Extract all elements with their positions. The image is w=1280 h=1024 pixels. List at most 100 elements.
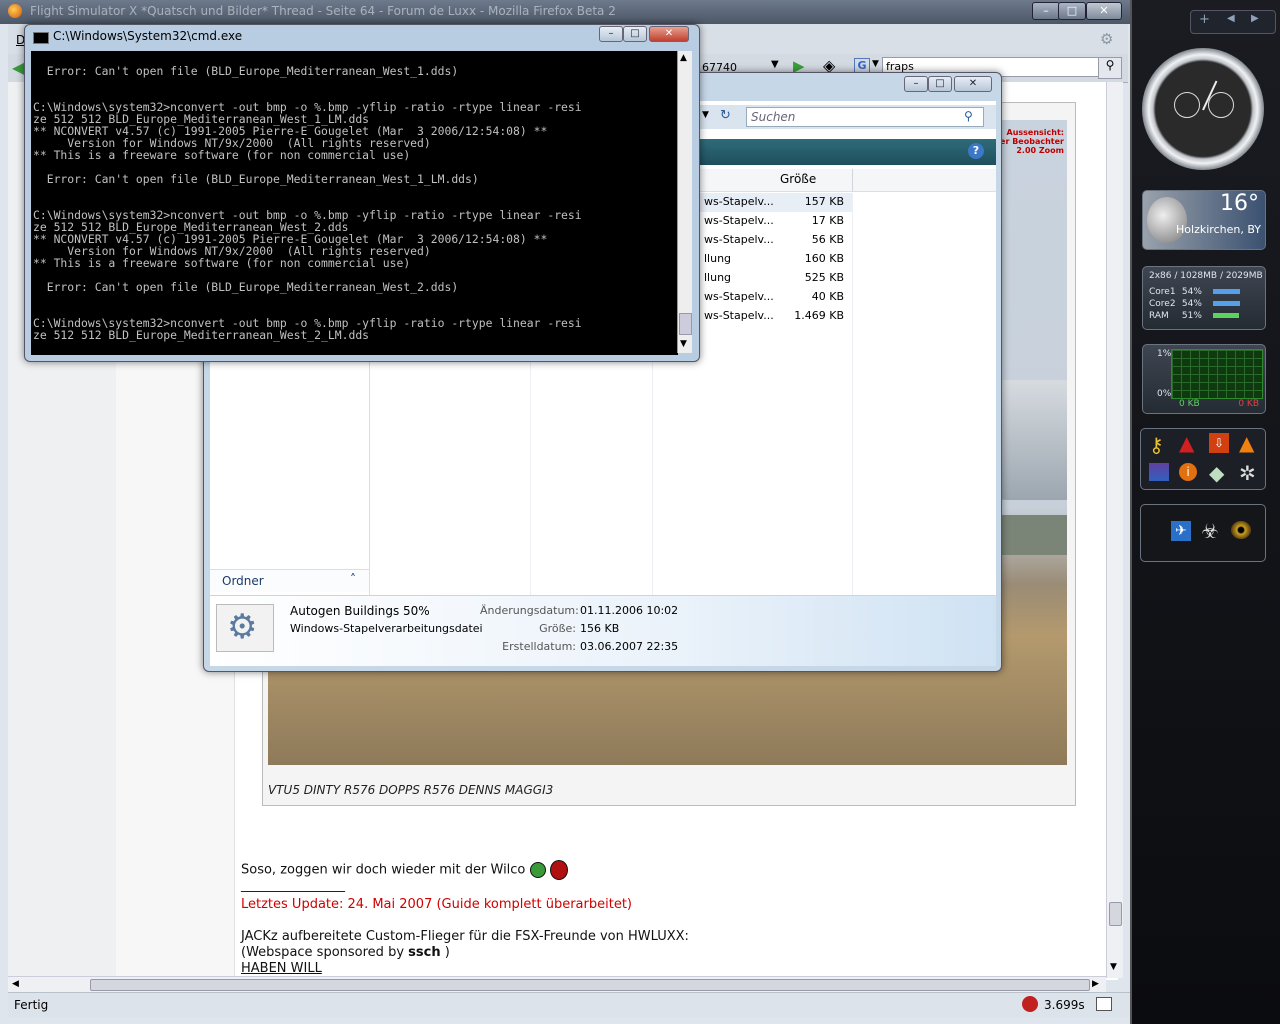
folder-label: Ordner — [222, 574, 264, 588]
explorer-minimize-button[interactable]: – — [904, 76, 928, 92]
file-size: 525 KB — [804, 271, 844, 284]
file-size: 160 KB — [804, 252, 844, 265]
compass-icon[interactable]: ✲ — [1239, 461, 1256, 485]
signature-divider: ________________ — [241, 878, 345, 893]
meter-bar — [1212, 313, 1239, 318]
address-bar: ▼ ↻ Suchen ⚲ — [700, 105, 996, 129]
network-gadget[interactable]: 1% 0% 0 KB 0 KB — [1142, 344, 1266, 414]
back-icon[interactable]: ◀ — [12, 58, 24, 77]
detail-name: Autogen Buildings 50% — [290, 604, 430, 618]
scroll-left-icon[interactable]: ◀ — [12, 979, 19, 989]
moon-icon — [1147, 197, 1187, 243]
net-scale-top: 1% — [1157, 349, 1172, 359]
search-icon[interactable]: ⚲ — [1098, 57, 1122, 79]
search-icon[interactable]: ⚲ — [964, 109, 973, 123]
vertical-scrollbar[interactable]: ▼ — [1106, 82, 1123, 978]
weather-gadget[interactable]: 16° Holzkirchen, BY — [1142, 190, 1266, 250]
info-icon[interactable]: i — [1179, 463, 1197, 481]
file-size: 56 KB — [811, 233, 844, 246]
scroll-down-icon[interactable]: ▼ — [1110, 962, 1117, 972]
key-icon[interactable]: ⚷ — [1149, 433, 1164, 457]
list-item[interactable]: ws-Stapelv... 56 KB — [700, 231, 852, 250]
download-icon[interactable]: ⇩ — [1209, 433, 1229, 453]
scroll-up-icon[interactable]: ▲ — [680, 53, 687, 63]
net-out: 0 KB — [1238, 399, 1259, 409]
net-scale-bottom: 0% — [1157, 389, 1172, 399]
plane-icon[interactable]: ✈ — [1171, 521, 1191, 541]
console-line: Error: Can't open file (BLD_Europe_Medit… — [33, 64, 459, 78]
acrobat-icon[interactable]: ▲ — [1179, 431, 1194, 455]
file-size: 40 KB — [811, 290, 844, 303]
cmd-scrollbar[interactable]: ▲ ▼ — [677, 51, 692, 353]
clock-gadget[interactable] — [1142, 48, 1264, 170]
net-in: 0 KB — [1179, 399, 1200, 409]
cmd-title: C:\Windows\System32\cmd.exe — [53, 29, 243, 43]
diamond-icon[interactable]: ◆ — [1209, 461, 1224, 485]
maximize-button[interactable]: □ — [1058, 2, 1086, 20]
file-type: ws-Stapelv... — [704, 290, 774, 303]
file-type: llung — [704, 252, 732, 265]
console-line: Error: Can't open file (BLD_Europe_Medit… — [33, 280, 459, 294]
search-engine-dropdown-icon[interactable]: ▼ — [872, 59, 879, 69]
detail-created-label: Erstelldatum: — [502, 640, 576, 653]
file-size: 17 KB — [811, 214, 844, 227]
status-window-icon[interactable] — [1096, 997, 1112, 1011]
console-line: ze 512 512 BLD_Europe_Mediterranean_West… — [33, 328, 370, 342]
devil-icon — [549, 860, 568, 880]
console-line: ** This is a freeware software (for non … — [33, 256, 411, 270]
cmd-window: C:\Windows\System32\cmd.exe – □ ✕ Error:… — [24, 24, 700, 362]
meter-bar — [1212, 289, 1240, 294]
meter-value: 54% — [1181, 299, 1202, 309]
horizontal-scrollbar[interactable]: ◀ ▶ — [8, 976, 1106, 993]
status-text: Fertig — [14, 998, 49, 1012]
game-icon[interactable]: ☣ — [1201, 519, 1219, 543]
close-button[interactable]: ✕ — [1086, 2, 1122, 20]
grid-line — [652, 351, 653, 615]
scrollbar-thumb[interactable] — [1109, 902, 1122, 926]
explorer-maximize-button[interactable]: □ — [928, 76, 952, 92]
eye-icon[interactable] — [1231, 521, 1251, 539]
cpu-gadget[interactable]: 2x86 / 1028MB / 2029MB Core1 54% Core2 5… — [1142, 266, 1266, 330]
meter-bar — [1212, 301, 1240, 306]
file-size: 1.469 KB — [794, 309, 844, 322]
add-gadget-icon[interactable]: + — [1199, 12, 1210, 27]
list-item[interactable]: llung 160 KB — [700, 250, 852, 269]
fasterfox-icon[interactable] — [1022, 996, 1038, 1012]
explorer-close-button[interactable]: ✕ — [954, 76, 992, 92]
scrollbar-thumb[interactable] — [90, 979, 1090, 991]
list-item[interactable]: llung 525 KB — [700, 269, 852, 288]
folder-toggle[interactable]: Ordner ˄ — [210, 569, 369, 592]
list-item[interactable]: ws-Stapelv... 17 KB — [700, 212, 852, 231]
list-item[interactable]: ws-Stapelv... 157 KB — [700, 193, 852, 212]
url-dropdown-icon[interactable]: ▼ — [771, 59, 779, 70]
haben-will-link[interactable]: HABEN WILL — [241, 961, 322, 976]
minimize-button[interactable]: – — [1032, 2, 1060, 20]
file-list: ws-Stapelv... 157 KB ws-Stapelv... 17 KB… — [700, 193, 996, 343]
chevron-up-icon: ˄ — [350, 572, 356, 586]
meter-label: RAM — [1149, 311, 1169, 321]
smiley-icon — [529, 862, 546, 878]
cmd-maximize-button[interactable]: □ — [623, 26, 647, 42]
vlc-icon[interactable]: ▲ — [1239, 431, 1254, 455]
cmd-console[interactable]: Error: Can't open file (BLD_Europe_Medit… — [31, 51, 678, 355]
cmd-minimize-button[interactable]: – — [599, 26, 623, 42]
grid-line — [530, 351, 531, 615]
winrar-icon[interactable] — [1149, 463, 1169, 481]
next-icon[interactable]: ▶ — [1251, 13, 1259, 24]
help-icon[interactable]: ? — [968, 143, 984, 159]
scrollbar-thumb[interactable] — [679, 313, 692, 335]
address-dropdown-icon[interactable]: ▼ — [702, 110, 709, 120]
prev-icon[interactable]: ◀ — [1227, 13, 1235, 24]
refresh-icon[interactable]: ↻ — [720, 108, 731, 123]
cmd-close-button[interactable]: ✕ — [649, 26, 689, 42]
file-type: ws-Stapelv... — [704, 233, 774, 246]
scroll-down-icon[interactable]: ▼ — [680, 339, 687, 349]
list-item[interactable]: ws-Stapelv... 40 KB — [700, 288, 852, 307]
batch-file-icon: ⚙ — [216, 604, 274, 652]
column-header-size[interactable]: Größe — [780, 172, 816, 186]
list-item[interactable]: ws-Stapelv... 1.469 KB — [700, 307, 852, 326]
gear-icon[interactable]: ⚙ — [1100, 30, 1113, 48]
explorer-search-input[interactable]: Suchen — [746, 107, 984, 127]
cmd-icon — [33, 32, 49, 44]
scroll-right-icon[interactable]: ▶ — [1092, 979, 1099, 989]
